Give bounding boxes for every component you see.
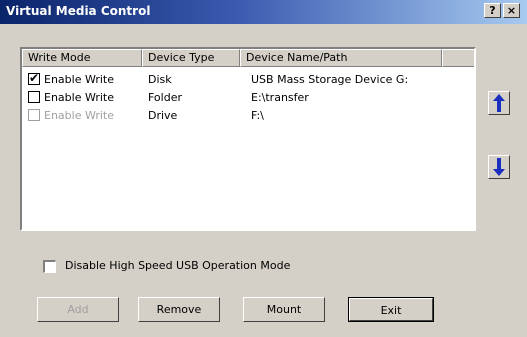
- add-button: Add: [37, 297, 119, 322]
- checkmark-icon: ✔: [29, 71, 40, 85]
- write-mode-label: Enable Write: [44, 91, 115, 104]
- write-mode-label: Enable Write: [44, 109, 115, 122]
- list-item[interactable]: ✔ Enable Write Disk USB Mass Storage Dev…: [22, 71, 474, 89]
- device-path-cell: E:\transfer: [251, 91, 309, 104]
- help-icon: ?: [489, 4, 496, 17]
- enable-write-checkbox: [28, 109, 40, 121]
- column-header-device-name-path[interactable]: Device Name/Path: [240, 49, 442, 67]
- mount-button[interactable]: Mount: [243, 297, 325, 322]
- disable-high-speed-usb-label[interactable]: Disable High Speed USB Operation Mode: [65, 259, 290, 272]
- device-type-cell: Folder: [148, 91, 182, 104]
- disable-high-speed-usb-checkbox[interactable]: [43, 260, 56, 273]
- column-header-device-type[interactable]: Device Type: [142, 49, 240, 67]
- enable-write-checkbox[interactable]: [28, 91, 40, 103]
- window-title: Virtual Media Control: [6, 4, 151, 18]
- move-down-button[interactable]: [488, 155, 510, 179]
- virtual-media-control-dialog: Virtual Media Control ? × Write Mode Dev…: [0, 0, 527, 337]
- column-header-write-mode[interactable]: Write Mode: [22, 49, 142, 67]
- exit-button-face: Exit: [349, 298, 433, 321]
- column-header-filler: [442, 49, 474, 67]
- arrow-up-icon: [493, 94, 505, 112]
- device-list[interactable]: Write Mode Device Type Device Name/Path …: [20, 47, 476, 231]
- arrow-down-icon: [493, 158, 505, 176]
- title-bar[interactable]: Virtual Media Control ? ×: [0, 0, 527, 24]
- help-button[interactable]: ?: [484, 3, 501, 18]
- list-item[interactable]: Enable Write Folder E:\transfer: [22, 89, 474, 107]
- close-button[interactable]: ×: [503, 3, 520, 18]
- exit-button[interactable]: Exit: [348, 297, 434, 322]
- device-type-cell: Drive: [148, 109, 178, 122]
- close-icon: ×: [506, 4, 517, 17]
- list-item[interactable]: Enable Write Drive F:\: [22, 107, 474, 125]
- move-up-button[interactable]: [488, 91, 510, 115]
- device-path-cell: F:\: [251, 109, 264, 122]
- write-mode-label: Enable Write: [44, 73, 115, 86]
- device-type-cell: Disk: [148, 73, 172, 86]
- device-path-cell: USB Mass Storage Device G:: [251, 73, 409, 86]
- list-header: Write Mode Device Type Device Name/Path: [22, 49, 474, 67]
- enable-write-checkbox[interactable]: ✔: [28, 71, 40, 85]
- remove-button[interactable]: Remove: [138, 297, 220, 322]
